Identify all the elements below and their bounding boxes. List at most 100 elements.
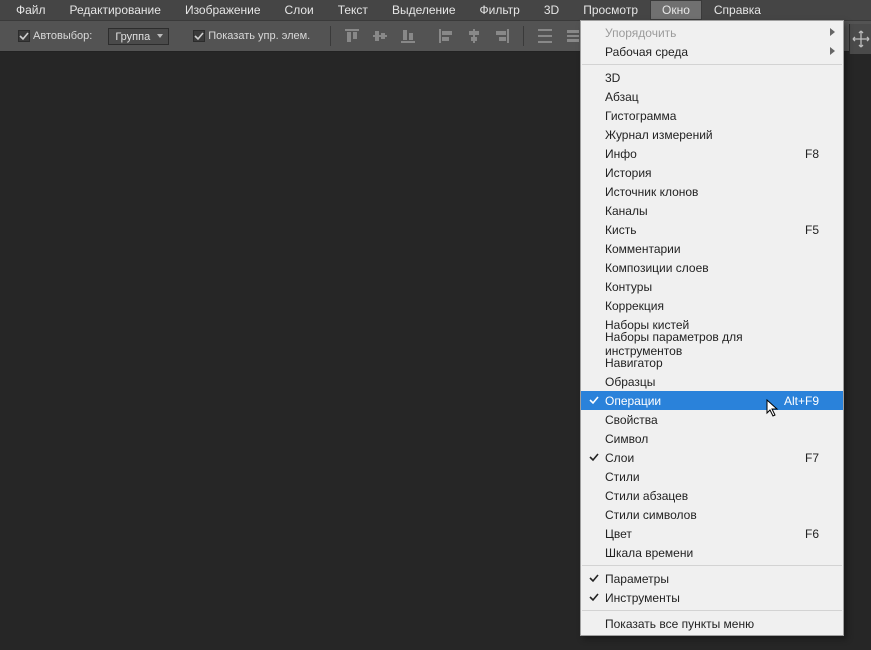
menu-item[interactable]: Свойства [581,410,843,429]
submenu-arrow-icon [830,47,835,55]
auto-select-label: Автовыбор: [33,30,92,42]
menu-item-label: Кисть [605,223,805,237]
show-controls-label: Показать упр. элем. [208,30,310,42]
menu-item: Упорядочить [581,23,843,42]
menu-item[interactable]: Стили абзацев [581,486,843,505]
align-hcenter-icon [463,25,485,47]
separator [330,26,331,46]
menu-item-label: Абзац [605,90,819,104]
menu-item-label: Стили символов [605,508,819,522]
menu-item[interactable]: Наборы параметров для инструментов [581,334,843,353]
menu-item-label: 3D [605,71,819,85]
menu-item-label: Символ [605,432,819,446]
check-icon [588,451,600,463]
distribute-top-icon [534,25,556,47]
align-right-icon [491,25,513,47]
align-bottom-icon [397,25,419,47]
menu-item-label: Инфо [605,147,805,161]
menu-item[interactable]: Рабочая среда [581,42,843,61]
menu-item[interactable]: Коррекция [581,296,843,315]
menu-item[interactable]: Показать все пункты меню [581,614,843,633]
menu-item-label: Показать все пункты меню [605,617,819,631]
menu-item[interactable]: Гистограмма [581,106,843,125]
menu-item-label: Свойства [605,413,819,427]
menu-item-label: Инструменты [605,591,819,605]
menu-item-label: Композиции слоев [605,261,819,275]
menu-layers[interactable]: Слои [273,0,326,20]
menu-3d[interactable]: 3D [532,0,571,20]
menu-item-label: История [605,166,819,180]
menu-item[interactable]: ЦветF6 [581,524,843,543]
menu-item-label: Шкала времени [605,546,819,560]
check-icon [588,591,600,603]
menu-item-label: Навигатор [605,356,819,370]
menu-item-label: Комментарии [605,242,819,256]
menu-item[interactable]: Стили символов [581,505,843,524]
menubar: Файл Редактирование Изображение Слои Тек… [0,0,871,20]
align-top-icon [341,25,363,47]
menu-item-label: Стили [605,470,819,484]
align-left-icon [435,25,457,47]
menu-item-label: Стили абзацев [605,489,819,503]
menu-item[interactable]: Образцы [581,372,843,391]
menu-item[interactable]: СлоиF7 [581,448,843,467]
menu-item[interactable]: Комментарии [581,239,843,258]
align-vcenter-icon [369,25,391,47]
menu-item[interactable]: Инструменты [581,588,843,607]
separator [523,26,524,46]
menu-select[interactable]: Выделение [380,0,468,20]
menu-item[interactable]: КистьF5 [581,220,843,239]
menu-item[interactable]: Абзац [581,87,843,106]
menu-item[interactable]: Контуры [581,277,843,296]
menu-item-label: Журнал измерений [605,128,819,142]
menu-image[interactable]: Изображение [173,0,273,20]
menu-item[interactable]: Символ [581,429,843,448]
menu-item[interactable]: Параметры [581,569,843,588]
check-icon [588,572,600,584]
menu-item[interactable]: Источник клонов [581,182,843,201]
menu-item-label: Цвет [605,527,805,541]
menu-item[interactable]: Композиции слоев [581,258,843,277]
menu-item[interactable]: Журнал измерений [581,125,843,144]
menu-item[interactable]: Шкала времени [581,543,843,562]
menu-edit[interactable]: Редактирование [58,0,173,20]
menu-item-label: Операции [605,394,784,408]
auto-select-dropdown[interactable]: Группа [108,28,169,45]
menu-item-label: Упорядочить [605,26,819,40]
auto-select-checkbox[interactable] [18,30,30,42]
menu-item-label: Гистограмма [605,109,819,123]
menu-item-label: Слои [605,451,805,465]
menu-item[interactable]: Стили [581,467,843,486]
show-controls-group[interactable]: Показать упр. элем. [193,30,310,42]
menu-item-shortcut: F8 [805,147,819,161]
menu-item[interactable]: ОперацииAlt+F9 [581,391,843,410]
menu-item[interactable]: ИнфоF8 [581,144,843,163]
move-tool-icon [849,24,871,54]
menu-item[interactable]: 3D [581,68,843,87]
menu-file[interactable]: Файл [4,0,58,20]
menu-text[interactable]: Текст [326,0,380,20]
menu-item[interactable]: Навигатор [581,353,843,372]
menu-filter[interactable]: Фильтр [468,0,532,20]
menu-view[interactable]: Просмотр [571,0,650,20]
menu-item[interactable]: Каналы [581,201,843,220]
check-icon [588,394,600,406]
menu-item-label: Контуры [605,280,819,294]
menu-item-shortcut: F7 [805,451,819,465]
menu-item-label: Рабочая среда [605,45,819,59]
menu-item-shortcut: Alt+F9 [784,394,819,408]
menu-item-label: Каналы [605,204,819,218]
window-menu-popup: Упорядочить Рабочая среда 3D Абзац Гистограм… [580,20,844,636]
menu-separator [582,565,842,566]
menu-window[interactable]: Окно [650,0,702,20]
menu-item-label: Образцы [605,375,819,389]
menu-item-label: Коррекция [605,299,819,313]
dropdown-value: Группа [115,31,150,43]
show-controls-checkbox[interactable] [193,30,205,42]
menu-separator [582,610,842,611]
menu-item-shortcut: F5 [805,223,819,237]
menu-item[interactable]: История [581,163,843,182]
auto-select-group[interactable]: Автовыбор: [18,30,92,42]
menu-item-label: Источник клонов [605,185,819,199]
menu-help[interactable]: Справка [702,0,773,20]
